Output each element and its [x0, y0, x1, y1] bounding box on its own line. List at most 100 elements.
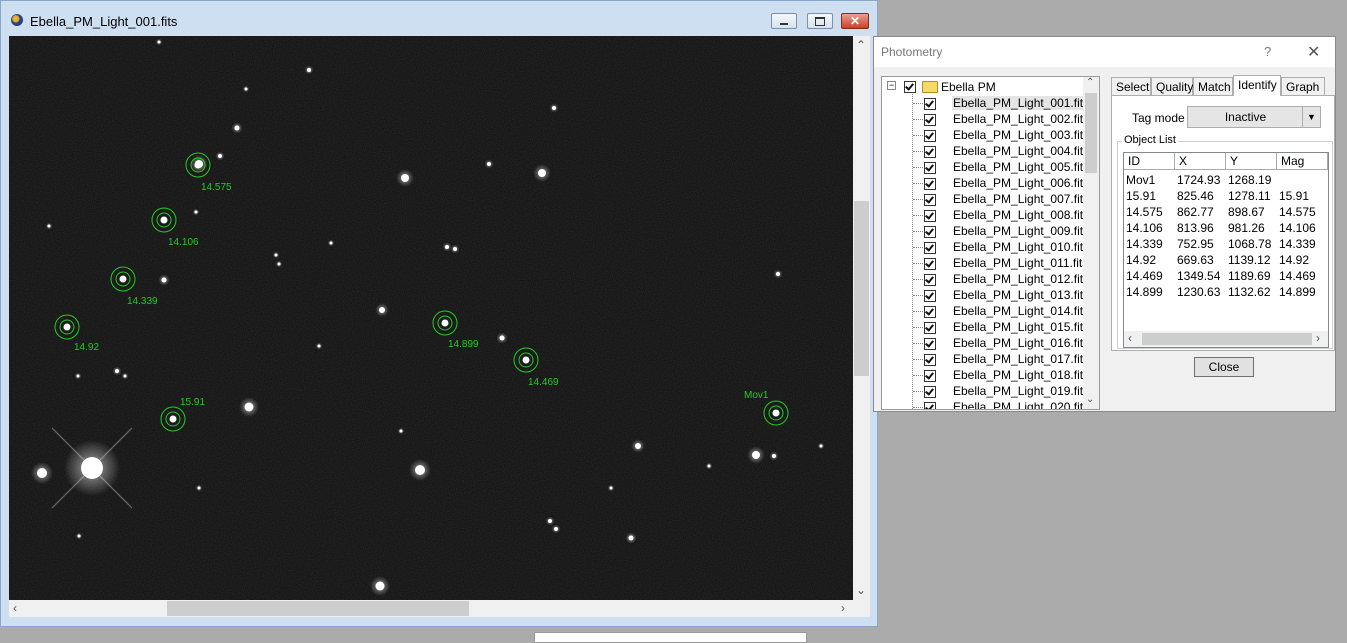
tree-file-item[interactable]: Ebella_PM_Light_013.fits — [882, 287, 1089, 303]
tree-file-item[interactable]: Ebella_PM_Light_017.fits — [882, 351, 1089, 367]
file-checkbox[interactable] — [924, 274, 936, 286]
tree-file-item[interactable]: Ebella_PM_Light_003.fits — [882, 127, 1089, 143]
app-icon — [11, 14, 23, 26]
table-cell: 14.92 — [1126, 253, 1157, 267]
scroll-left-icon[interactable]: ‹ — [13, 602, 17, 614]
tree-scroll-down-icon[interactable]: ⌄ — [1086, 395, 1094, 405]
tree-file-item[interactable]: Ebella_PM_Light_009.fits — [882, 223, 1089, 239]
horizontal-scrollbar[interactable]: ‹ › — [9, 600, 853, 617]
file-checkbox[interactable] — [924, 146, 936, 158]
tree-file-item[interactable]: Ebella_PM_Light_002.fits — [882, 111, 1089, 127]
tree-file-item[interactable]: Ebella_PM_Light_007.fits — [882, 191, 1089, 207]
file-checkbox[interactable] — [924, 338, 936, 350]
tab-graph[interactable]: Graph — [1281, 77, 1325, 95]
minimize-button[interactable] — [771, 13, 797, 29]
tree-file-item[interactable]: Ebella_PM_Light_010.fits — [882, 239, 1089, 255]
star — [37, 468, 47, 478]
file-checkbox[interactable] — [924, 210, 936, 222]
tree-scroll-thumb[interactable] — [1085, 93, 1097, 173]
list-scroll-right-icon[interactable]: › — [1316, 332, 1320, 344]
tree-scrollbar[interactable]: ⌃ ⌄ — [1083, 77, 1099, 409]
dialog-close-button[interactable]: Close — [1194, 357, 1254, 377]
tree-file-item[interactable]: Ebella_PM_Light_008.fits — [882, 207, 1089, 223]
tab-identify[interactable]: Identify — [1233, 75, 1281, 96]
file-checkbox[interactable] — [924, 114, 936, 126]
close-button[interactable]: ✕ — [841, 13, 869, 29]
tree-file-item[interactable]: Ebella_PM_Light_016.fits — [882, 335, 1089, 351]
file-checkbox[interactable] — [924, 402, 936, 409]
scroll-up-icon[interactable]: ⌃ — [856, 39, 866, 51]
table-row[interactable]: 14.106 813.96 981.26 14.106 — [1124, 220, 1328, 236]
scroll-right-icon[interactable]: › — [841, 602, 845, 614]
file-checkbox[interactable] — [924, 370, 936, 382]
tree-file-item[interactable]: Ebella_PM_Light_014.fits — [882, 303, 1089, 319]
column-header-id[interactable]: ID — [1124, 153, 1175, 170]
tree-file-item[interactable]: Ebella_PM_Light_020.fits — [882, 399, 1089, 409]
vertical-scroll-thumb[interactable] — [854, 201, 869, 376]
tree-scroll-up-icon[interactable]: ⌃ — [1086, 78, 1094, 88]
horizontal-scroll-thumb[interactable] — [167, 601, 469, 616]
column-header-y[interactable]: Y — [1226, 153, 1277, 170]
table-row[interactable]: 14.92 669.63 1139.12 14.92 — [1124, 252, 1328, 268]
file-checkbox[interactable] — [924, 242, 936, 254]
tag-mode-value: Inactive — [1224, 110, 1267, 124]
file-checkbox[interactable] — [924, 386, 936, 398]
file-checkbox[interactable] — [924, 178, 936, 190]
tab-quality[interactable]: Quality — [1151, 77, 1193, 95]
list-scroll-thumb[interactable] — [1142, 333, 1312, 345]
file-checkbox[interactable] — [924, 130, 936, 142]
object-list-hscroll[interactable]: ‹ › — [1124, 331, 1328, 347]
photometry-titlebar[interactable]: Photometry ? ✕ — [874, 37, 1335, 67]
table-row[interactable]: 14.899 1230.63 1132.62 14.899 — [1124, 284, 1328, 300]
fits-titlebar[interactable]: Ebella_PM_Light_001.fits ✕ — [1, 1, 877, 33]
maximize-button[interactable] — [807, 13, 833, 29]
tree-file-item[interactable]: Ebella_PM_Light_015.fits — [882, 319, 1089, 335]
tree-file-item[interactable]: Ebella_PM_Light_018.fits — [882, 367, 1089, 383]
collapse-icon[interactable]: − — [887, 81, 896, 90]
vertical-scrollbar[interactable]: ⌃ ⌄ — [853, 36, 870, 600]
file-checkbox[interactable] — [924, 290, 936, 302]
column-header-mag[interactable]: Mag — [1277, 153, 1328, 170]
tree-file-item[interactable]: Ebella_PM_Light_011.fits — [882, 255, 1088, 271]
table-row[interactable]: 14.469 1349.54 1189.69 14.469 — [1124, 268, 1328, 284]
tree-root[interactable]: − Ebella PM — [882, 79, 1082, 95]
table-cell: 14.92 — [1279, 253, 1310, 267]
table-row[interactable]: 15.91 825.46 1278.11 15.91 — [1124, 188, 1328, 204]
star — [317, 344, 321, 348]
tree-file-item[interactable]: Ebella_PM_Light_004.fits — [882, 143, 1089, 159]
tab-select[interactable]: Select — [1111, 77, 1151, 95]
table-row[interactable]: 14.339 752.95 1068.78 14.339 — [1124, 236, 1328, 252]
tag-mode-select[interactable]: Inactive ▼ — [1187, 106, 1321, 128]
chevron-down-icon[interactable]: ▼ — [1302, 107, 1320, 127]
column-header-x[interactable]: X — [1175, 153, 1226, 170]
tree-file-item[interactable]: Ebella_PM_Light_019.fits — [882, 383, 1089, 399]
tree-file-item[interactable]: Ebella_PM_Light_006.fits — [882, 175, 1089, 191]
file-checkbox[interactable] — [924, 98, 936, 110]
table-cell: 813.96 — [1177, 221, 1214, 235]
help-button[interactable]: ? — [1264, 44, 1271, 59]
tree-file-item[interactable]: Ebella_PM_Light_012.fits — [882, 271, 1089, 287]
root-checkbox[interactable] — [904, 81, 916, 93]
tree-file-item[interactable]: Ebella_PM_Light_005.fits — [882, 159, 1089, 175]
star — [819, 444, 823, 448]
file-checkbox[interactable] — [924, 354, 936, 366]
file-checkbox[interactable] — [924, 258, 936, 270]
star-field-image[interactable]: 14.575 14.106 14.339 14.92 15.91 14.899 14.469… — [9, 36, 853, 600]
object-list[interactable]: ID X Y Mag Mov1 1724.93 1268.19 15.91 825.46… — [1123, 152, 1329, 348]
table-row[interactable]: 14.575 862.77 898.67 14.575 — [1124, 204, 1328, 220]
tab-match[interactable]: Match — [1193, 77, 1233, 95]
dialog-close-icon[interactable]: ✕ — [1307, 42, 1320, 62]
file-checkbox[interactable] — [924, 306, 936, 318]
file-checkbox[interactable] — [924, 162, 936, 174]
file-checkbox[interactable] — [924, 322, 936, 334]
list-scroll-left-icon[interactable]: ‹ — [1128, 332, 1132, 344]
file-name: Ebella_PM_Light_020.fits — [953, 400, 1090, 410]
file-checkbox[interactable] — [924, 226, 936, 238]
marked-star — [119, 275, 127, 283]
tree-file-item[interactable]: Ebella_PM_Light_001.fits — [882, 95, 1091, 111]
file-checkbox[interactable] — [924, 194, 936, 206]
dialog-title: Photometry — [881, 45, 943, 59]
scroll-down-icon[interactable]: ⌄ — [856, 584, 866, 596]
file-tree[interactable]: − Ebella PM Ebella_PM_Light_001.fits Ebel… — [881, 76, 1100, 410]
table-row[interactable]: Mov1 1724.93 1268.19 — [1124, 172, 1328, 188]
